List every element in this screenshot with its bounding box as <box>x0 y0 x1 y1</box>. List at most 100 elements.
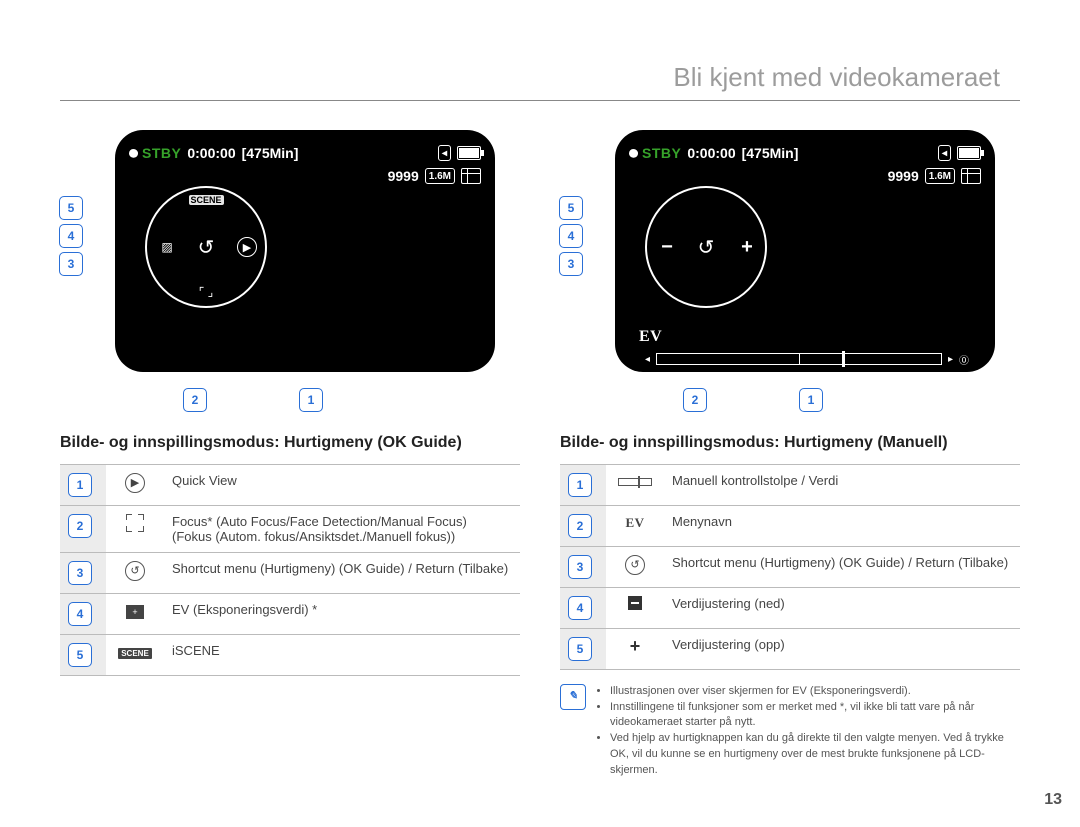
legend-number: 4 <box>568 596 592 620</box>
legend-number: 2 <box>68 514 92 538</box>
minus-icon <box>628 596 642 610</box>
ok-dial: SCENE ▨ ▶ ⌜ ⌟ ↺ <box>145 186 267 308</box>
dial-right-play-icon: ▶ <box>237 237 257 257</box>
battery-icon <box>457 146 481 160</box>
camcorder-icon: ⏺ <box>629 144 636 162</box>
callout-number: 3 <box>59 252 83 276</box>
slider-value-zero: ⓪ <box>959 352 969 367</box>
legend-number: 4 <box>68 602 92 626</box>
legend-number: 1 <box>68 473 92 497</box>
legend-table-left: 1 ▶ Quick View 2 Focus* (Auto Focus/Face… <box>60 464 520 676</box>
legend-desc: Menynavn <box>664 505 1020 546</box>
status-stby: STBY <box>142 145 181 161</box>
note-item: Innstillingene til funksjoner som er mer… <box>610 700 1020 732</box>
ev-text-icon: EV <box>625 515 644 530</box>
plus-icon: + <box>630 636 641 656</box>
resolution-icon: 1.6M <box>425 168 455 184</box>
photo-count: 9999 <box>888 168 919 184</box>
legend-desc: Shortcut menu (Hurtigmeny) (OK Guide) / … <box>664 546 1020 587</box>
dial-left-minus-icon: − <box>653 237 681 257</box>
callout-number: 2 <box>683 388 707 412</box>
legend-number: 1 <box>568 473 592 497</box>
callout-number: 3 <box>559 252 583 276</box>
ok-dial-manual: − + ↺ <box>645 186 767 308</box>
slider-right-arrow-icon: ▸ <box>948 354 953 365</box>
return-icon: ↺ <box>125 561 145 581</box>
play-icon: ▶ <box>125 473 145 493</box>
table-row: 4 Verdijustering (ned) <box>560 587 1020 628</box>
legend-desc: Focus* (Auto Focus/Face Detection/Manual… <box>164 505 520 552</box>
legend-number: 3 <box>68 561 92 585</box>
legend-desc: Shortcut menu (Hurtigmeny) (OK Guide) / … <box>164 552 520 593</box>
return-icon: ↺ <box>625 555 645 575</box>
notes-box: ✎ Illustrasjonen over viser skjermen for… <box>560 684 1020 780</box>
timecode: 0:00:00 <box>687 145 735 161</box>
page-number: 13 <box>1044 791 1062 809</box>
page-title: Bli kjent med videokameraet <box>673 62 1000 93</box>
table-row: 5 SCENE iSCENE <box>60 634 520 675</box>
dial-bottom-focus-icon: ⌜ ⌟ <box>199 285 214 299</box>
slider-track <box>656 353 942 365</box>
dial-top-scene-icon: SCENE <box>189 195 224 205</box>
right-heading: Bilde- og innspillingsmodus: Hurtigmeny … <box>560 432 1020 454</box>
ev-icon: + <box>126 605 144 619</box>
quality-icon <box>461 168 481 184</box>
left-heading: Bilde- og innspillingsmodus: Hurtigmeny … <box>60 432 520 454</box>
legend-number: 2 <box>568 514 592 538</box>
table-row: 1 Manuell kontrollstolpe / Verdi <box>560 464 1020 505</box>
dial-right-plus-icon: + <box>733 237 761 257</box>
camera-screen-manual: ⏺ STBY 0:00:00 [475Min] ◂ 9999 1.6M − + … <box>615 130 995 372</box>
dial-left-ev-icon: ▨ <box>161 240 172 254</box>
sd-card-icon: ◂ <box>938 145 951 161</box>
slider-left-arrow-icon: ◂ <box>645 354 650 365</box>
resolution-icon: 1.6M <box>925 168 955 184</box>
table-row: 1 ▶ Quick View <box>60 464 520 505</box>
table-row: 3 ↺ Shortcut menu (Hurtigmeny) (OK Guide… <box>60 552 520 593</box>
scene-icon: SCENE <box>118 648 152 659</box>
table-row: 3 ↺ Shortcut menu (Hurtigmeny) (OK Guide… <box>560 546 1020 587</box>
photo-count: 9999 <box>388 168 419 184</box>
remaining-time: [475Min] <box>742 145 799 161</box>
camera-screen-ok-guide: ⏺ STBY 0:00:00 [475Min] ◂ 9999 1.6M SCEN… <box>115 130 495 372</box>
status-stby: STBY <box>642 145 681 161</box>
quality-icon <box>961 168 981 184</box>
slider-icon <box>618 478 652 486</box>
battery-icon <box>957 146 981 160</box>
legend-desc: Verdijustering (ned) <box>664 587 1020 628</box>
timecode: 0:00:00 <box>187 145 235 161</box>
remaining-time: [475Min] <box>242 145 299 161</box>
table-row: 5 + Verdijustering (opp) <box>560 628 1020 669</box>
legend-number: 5 <box>68 643 92 667</box>
dial-center-return-icon: ↺ <box>198 235 215 260</box>
table-row: 4 + EV (Eksponeringsverdi) * <box>60 593 520 634</box>
callout-number: 4 <box>559 224 583 248</box>
right-column: ⏺ STBY 0:00:00 [475Min] ◂ 9999 1.6M − + … <box>560 130 1020 779</box>
legend-desc: Quick View <box>164 464 520 505</box>
legend-desc: Verdijustering (opp) <box>664 628 1020 669</box>
callout-number: 5 <box>59 196 83 220</box>
note-item: Ved hjelp av hurtigknappen kan du gå dir… <box>610 731 1020 779</box>
callout-number: 1 <box>799 388 823 412</box>
sd-card-icon: ◂ <box>438 145 451 161</box>
legend-desc: iSCENE <box>164 634 520 675</box>
callout-number: 1 <box>299 388 323 412</box>
table-row: 2 EV Menynavn <box>560 505 1020 546</box>
note-icon: ✎ <box>560 684 586 710</box>
legend-table-right: 1 Manuell kontrollstolpe / Verdi 2 EV Me… <box>560 464 1020 670</box>
left-column: ⏺ STBY 0:00:00 [475Min] ◂ 9999 1.6M SCEN… <box>60 130 520 779</box>
focus-icon <box>126 514 144 532</box>
callout-number: 5 <box>559 196 583 220</box>
value-slider: ◂ ▸ ⓪ <box>645 352 969 366</box>
note-item: Illustrasjonen over viser skjermen for E… <box>610 684 1020 700</box>
horizontal-rule <box>60 100 1020 101</box>
legend-number: 3 <box>568 555 592 579</box>
legend-desc: Manuell kontrollstolpe / Verdi <box>664 464 1020 505</box>
camcorder-icon: ⏺ <box>129 144 136 162</box>
legend-number: 5 <box>568 637 592 661</box>
legend-desc: EV (Eksponeringsverdi) * <box>164 593 520 634</box>
dial-center-return-icon: ↺ <box>698 235 715 260</box>
slider-thumb <box>842 351 845 367</box>
ev-label: EV <box>639 328 662 346</box>
table-row: 2 Focus* (Auto Focus/Face Detection/Manu… <box>60 505 520 552</box>
callout-number: 4 <box>59 224 83 248</box>
